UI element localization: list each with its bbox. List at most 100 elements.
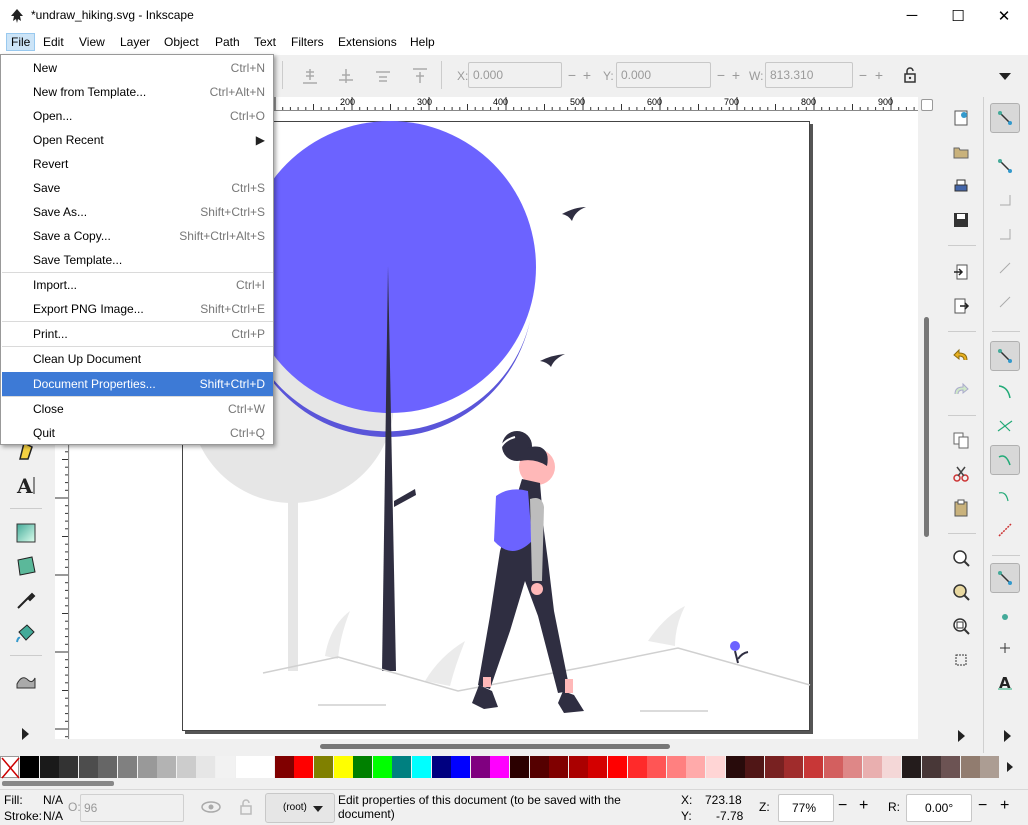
dropper-tool-icon[interactable] [13, 587, 39, 613]
menu-item-close[interactable]: Close Ctrl+W [2, 397, 273, 421]
menu-item-save-a-copy[interactable]: Save a Copy... Shift+Ctrl+Alt+S [2, 224, 273, 248]
color-swatch[interactable] [59, 756, 79, 778]
snap-bounding-box-icon[interactable] [990, 151, 1020, 181]
toolbox-expand-arrow-icon[interactable] [20, 727, 30, 741]
color-swatch[interactable] [764, 756, 784, 778]
color-swatch[interactable] [686, 756, 706, 778]
paste-icon[interactable] [946, 493, 976, 523]
visibility-eye-icon[interactable] [200, 799, 222, 815]
menu-item-save-template[interactable]: Save Template... [2, 248, 273, 272]
snap-cusp-nodes-toggle[interactable] [990, 445, 1020, 475]
mesh-tool-icon[interactable] [13, 553, 39, 579]
menu-item-save[interactable]: Save Ctrl+S [2, 176, 273, 200]
color-swatch[interactable] [78, 756, 98, 778]
import-icon[interactable] [946, 257, 976, 287]
color-swatch[interactable] [804, 756, 823, 778]
raise-icon[interactable] [373, 66, 393, 86]
color-swatch[interactable] [235, 756, 255, 778]
stroke-value[interactable]: N/A [43, 809, 63, 823]
color-swatch[interactable] [706, 756, 725, 778]
color-swatch[interactable] [39, 756, 59, 778]
new-document-icon[interactable] [946, 103, 976, 133]
color-swatch[interactable] [294, 756, 314, 778]
color-swatch[interactable] [647, 756, 667, 778]
close-button[interactable]: ✕ [981, 0, 1027, 31]
menu-object[interactable]: Object [164, 35, 199, 49]
zoom-out-button[interactable]: − [838, 797, 847, 815]
zoom-in-button[interactable]: + [859, 797, 868, 815]
snap-bbox-edges-icon[interactable] [990, 185, 1020, 215]
color-swatch[interactable] [823, 756, 843, 778]
menu-item-clean-up-document[interactable]: Clean Up Document [2, 347, 273, 371]
tweak-tool-icon[interactable] [13, 667, 39, 693]
palette-menu-arrow-icon[interactable] [1004, 761, 1016, 773]
lock-icon[interactable] [902, 66, 918, 84]
color-swatch[interactable] [549, 756, 569, 778]
print-icon[interactable] [946, 171, 976, 201]
y-field[interactable]: 0.000 [616, 62, 711, 88]
zoom-drawing-icon[interactable] [946, 577, 976, 607]
snap-bbox-centers-icon[interactable] [990, 287, 1020, 317]
color-swatch[interactable] [118, 756, 137, 778]
horizontal-scrollbar[interactable] [70, 739, 918, 753]
zoom-page-icon[interactable] [946, 611, 976, 641]
menu-help[interactable]: Help [410, 35, 435, 49]
snap-paths-icon[interactable] [990, 377, 1020, 407]
snap-nodes-toggle[interactable] [990, 341, 1020, 371]
color-swatch[interactable] [98, 756, 118, 778]
color-swatch[interactable] [510, 756, 529, 778]
menu-item-import[interactable]: Import... Ctrl+I [2, 273, 273, 297]
color-swatch[interactable] [196, 756, 216, 778]
color-swatch[interactable] [608, 756, 627, 778]
color-swatch[interactable] [941, 756, 961, 778]
export-icon[interactable] [946, 291, 976, 321]
color-swatch[interactable] [176, 756, 196, 778]
menu-item-open-recent[interactable]: Open Recent ▶ [2, 128, 273, 152]
snap-bbox-midpoints-icon[interactable] [990, 253, 1020, 283]
color-swatch[interactable] [431, 756, 451, 778]
color-swatch[interactable] [372, 756, 392, 778]
palette-scrollbar[interactable] [0, 779, 1028, 789]
menu-item-quit[interactable]: Quit Ctrl+Q [2, 421, 273, 445]
no-paint-swatch[interactable] [0, 756, 20, 779]
maximize-button[interactable]: ☐ [935, 0, 981, 31]
snap-others-toggle[interactable] [990, 563, 1020, 593]
snap-object-midpoints-icon[interactable] [990, 599, 1020, 629]
color-swatch[interactable] [725, 756, 745, 778]
color-swatch[interactable] [157, 756, 177, 778]
color-swatch[interactable] [980, 756, 1000, 778]
snap-smooth-nodes-icon[interactable] [990, 481, 1020, 511]
color-swatch[interactable] [314, 756, 333, 778]
color-swatch[interactable] [921, 756, 941, 778]
y-increment-button[interactable]: + [727, 62, 745, 88]
color-swatch[interactable] [216, 756, 235, 778]
color-swatch[interactable] [902, 756, 921, 778]
snap-line-midpoints-icon[interactable] [990, 515, 1020, 545]
opacity-field[interactable]: 96 [80, 794, 184, 822]
menu-file[interactable]: File [6, 33, 36, 51]
menu-layer[interactable]: Layer [120, 35, 150, 49]
color-swatch[interactable] [588, 756, 608, 778]
zoom-field[interactable]: 77% [778, 794, 834, 822]
color-swatch[interactable] [666, 756, 686, 778]
menu-item-new[interactable]: New Ctrl+N [2, 56, 273, 80]
menu-item-open[interactable]: Open... Ctrl+O [2, 104, 273, 128]
zoom-page-width-icon[interactable] [946, 645, 976, 675]
color-swatch[interactable] [882, 756, 902, 778]
color-swatch[interactable] [20, 756, 39, 778]
horizontal-scroll-thumb[interactable] [320, 744, 670, 749]
color-swatch[interactable] [353, 756, 373, 778]
vertical-scrollbar[interactable] [918, 97, 936, 739]
snap-intersections-icon[interactable] [990, 411, 1020, 441]
color-swatch[interactable] [627, 756, 647, 778]
layer-selector[interactable]: (root) [265, 793, 335, 823]
snap-text-baseline-icon[interactable]: A [990, 667, 1020, 697]
menu-extensions[interactable]: Extensions [338, 35, 397, 49]
color-swatch[interactable] [137, 756, 157, 778]
color-swatch[interactable] [862, 756, 882, 778]
minimize-button[interactable]: ─ [889, 0, 935, 31]
color-swatch[interactable] [843, 756, 863, 778]
layer-lock-icon[interactable] [238, 798, 254, 816]
color-swatch[interactable] [333, 756, 353, 778]
menu-edit[interactable]: Edit [43, 35, 64, 49]
